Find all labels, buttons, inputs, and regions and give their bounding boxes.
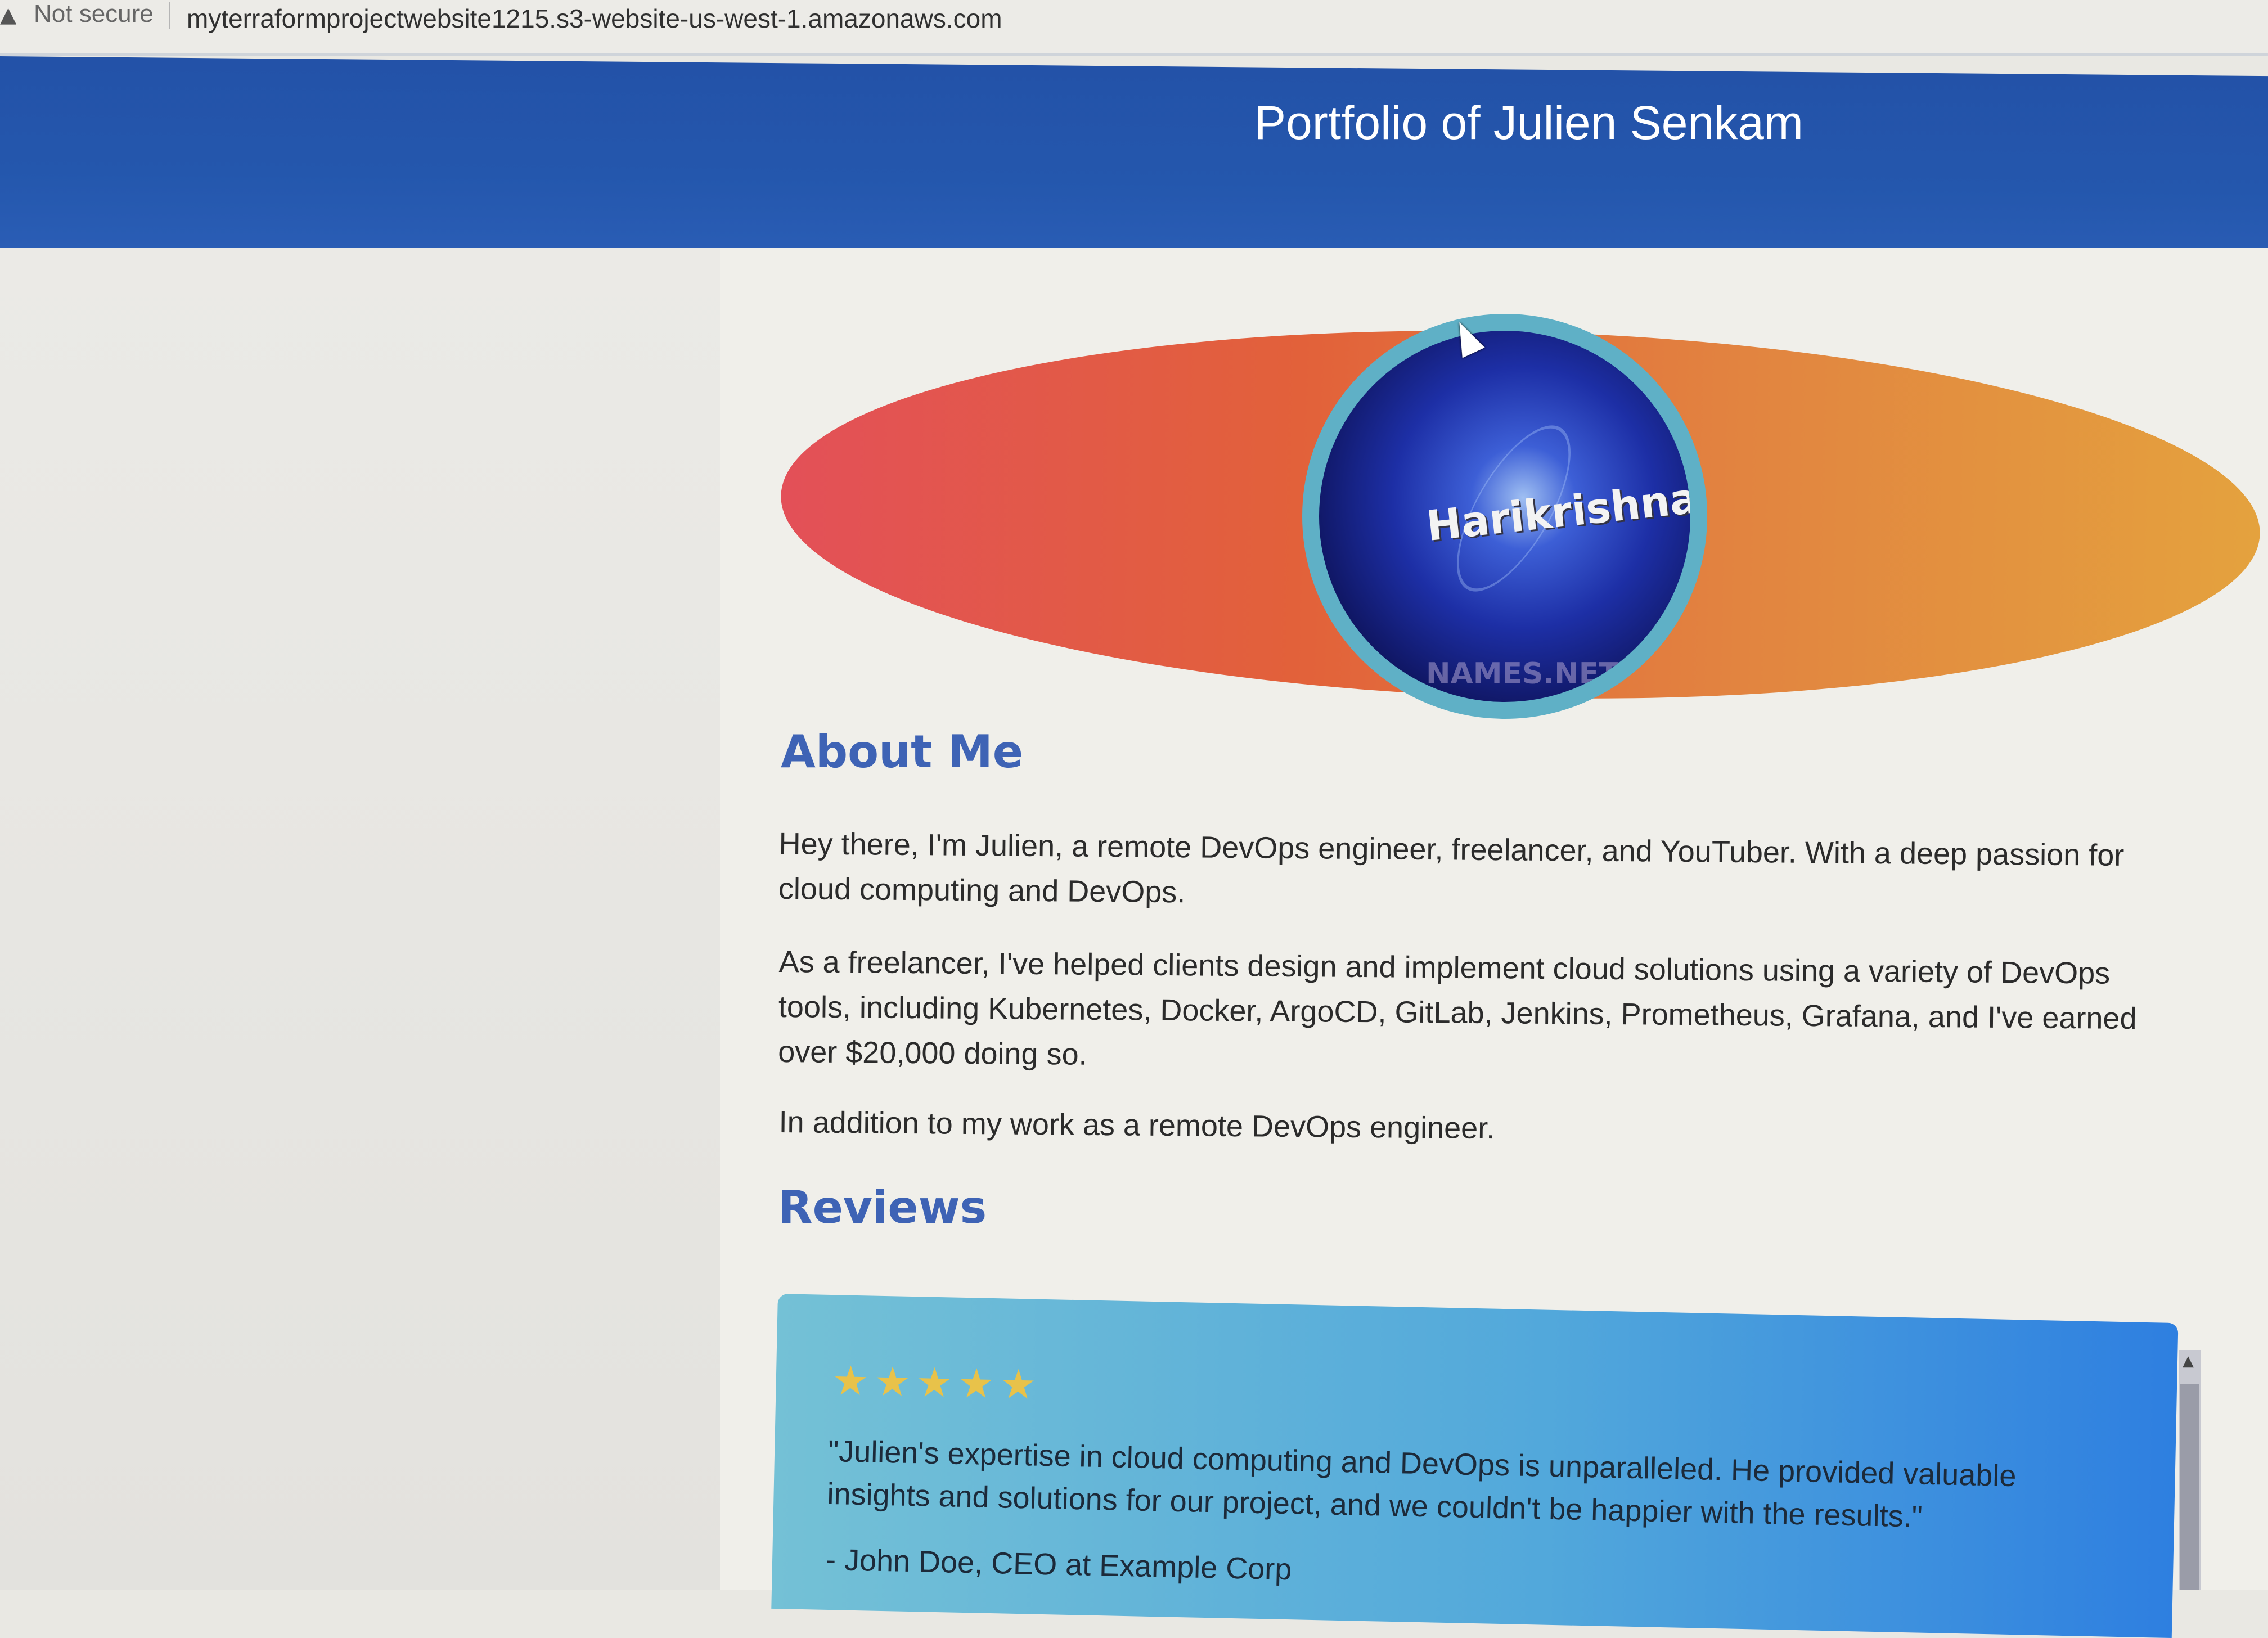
avatar: Harikrishna NAMES.NET xyxy=(1302,314,1707,719)
address-bar[interactable]: ▲ Not secure myterraformprojectwebsite12… xyxy=(0,0,2268,56)
url-text[interactable]: myterraformprojectwebsite1215.s3-website… xyxy=(187,3,1002,34)
about-paragraph: As a freelancer, I've helped clients des… xyxy=(777,944,2137,1072)
avatar-watermark: NAMES.NET xyxy=(1426,657,1619,691)
left-sidebar xyxy=(0,248,720,1590)
address-divider xyxy=(169,2,170,29)
not-secure-label[interactable]: Not secure xyxy=(34,0,154,28)
page-title: Portfolio of Julien Senkam xyxy=(1254,96,1803,149)
star-rating-icon: ★★★★★ xyxy=(831,1357,1043,1408)
reviews-heading: Reviews xyxy=(778,1181,987,1234)
scroll-up-arrow-icon[interactable]: ▲ xyxy=(2182,1353,2194,1370)
about-paragraph: Hey there, I'm Julien, a remote DevOps e… xyxy=(778,826,2125,910)
review-card: ★★★★★ "Julien's expertise in cloud compu… xyxy=(771,1294,2179,1638)
review-author: - John Doe, CEO at Example Corp xyxy=(825,1542,1292,1587)
about-heading: About Me xyxy=(781,726,1024,778)
warning-triangle-icon[interactable]: ▲ xyxy=(0,2,16,27)
site-header xyxy=(0,56,2268,268)
review-text: "Julien's expertise in cloud computing a… xyxy=(826,1434,2017,1534)
scrollbar-thumb[interactable] xyxy=(2180,1384,2199,1590)
